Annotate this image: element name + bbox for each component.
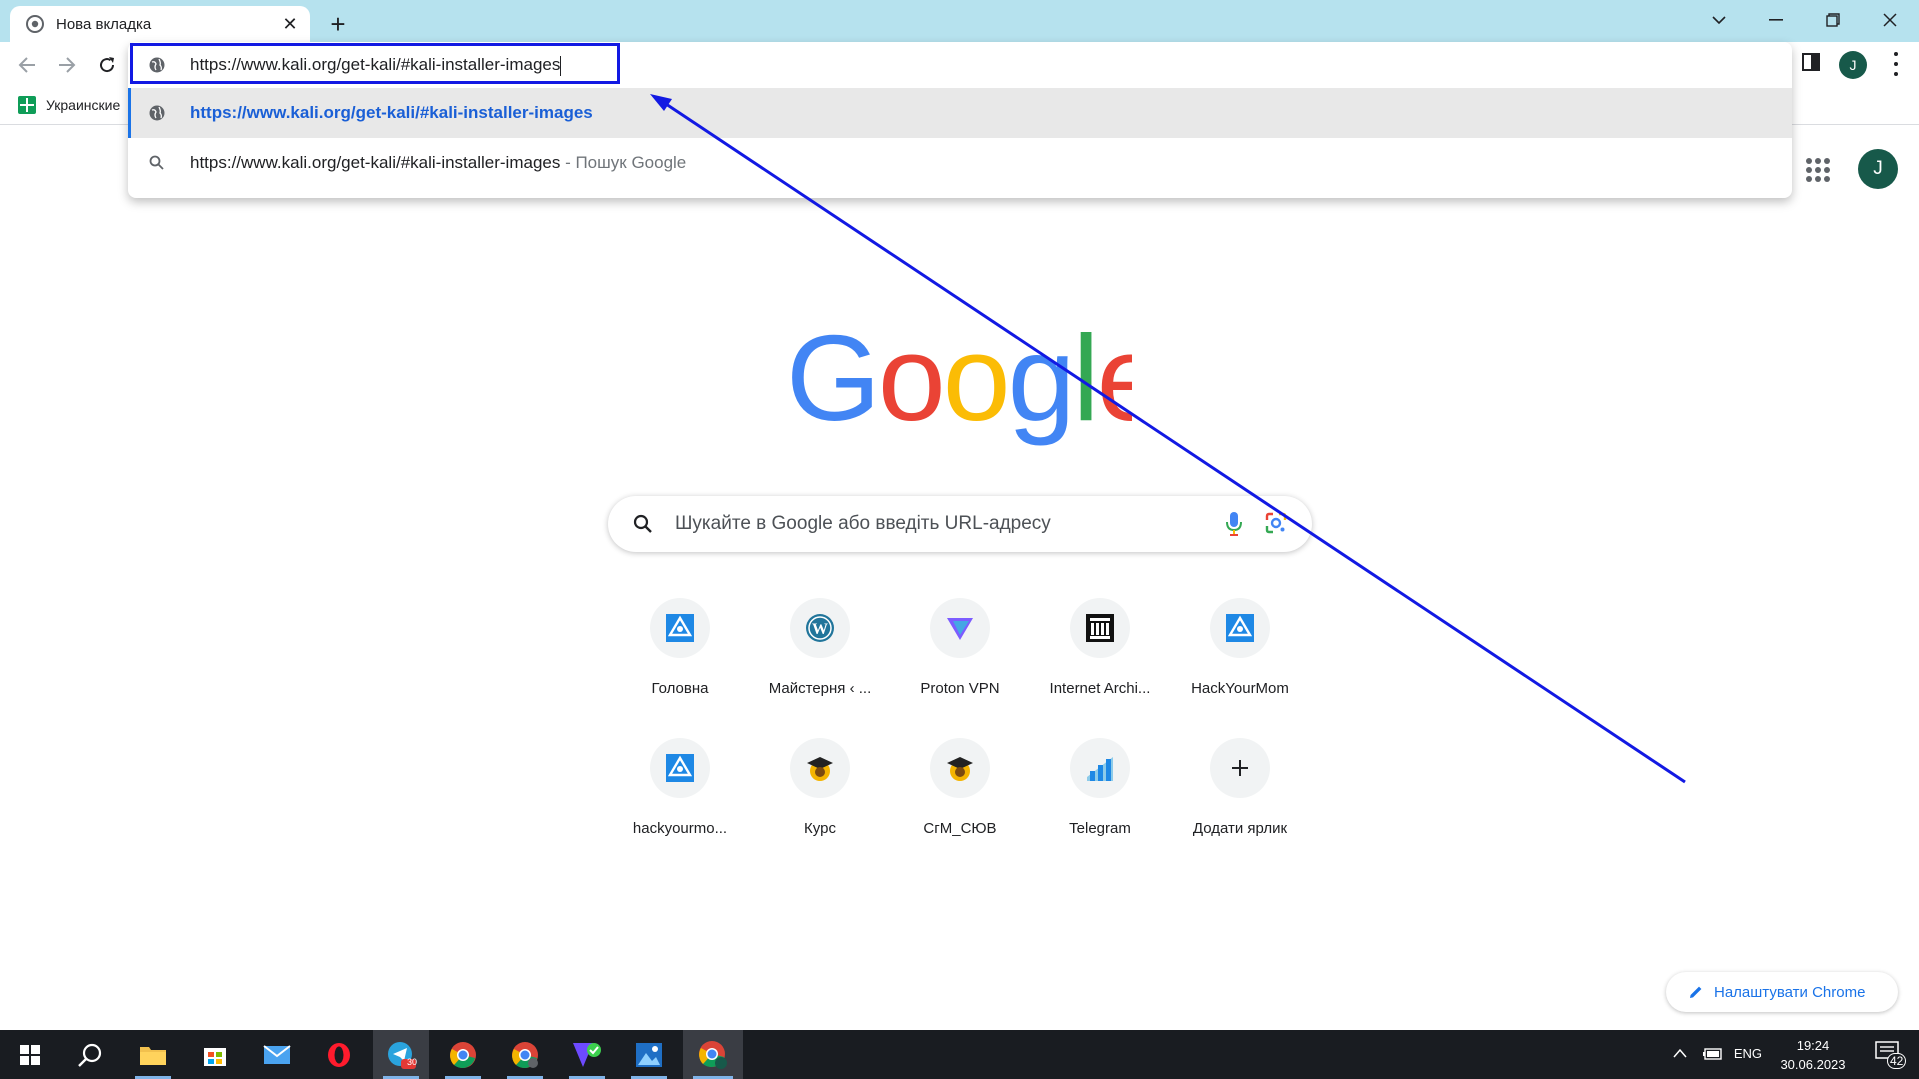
internet-archive-icon [1070,598,1130,658]
tab-close-icon[interactable]: ✕ [276,10,304,38]
shortcut-label: HackYourMom [1191,680,1289,697]
close-window-button[interactable] [1861,0,1919,40]
shortcut-label: Internet Archi... [1049,680,1151,697]
shortcut-label: hackyourmo... [632,820,728,837]
photos-icon[interactable] [621,1030,677,1079]
chevron-up-icon[interactable] [1673,1048,1687,1058]
google-sheets-icon [18,96,36,114]
graduation-icon [790,738,850,798]
battery-icon[interactable] [1703,1047,1723,1061]
chrome-profile-c-icon[interactable] [497,1030,553,1079]
hackyourmom-icon [1210,598,1270,658]
graduation-icon [930,738,990,798]
ntp-search-box[interactable]: Шукайте в Google або введіть URL-адресу [608,496,1312,552]
bookmark-item[interactable]: Украинские [18,96,120,114]
microsoft-store-icon[interactable] [187,1030,243,1079]
windows-start-icon[interactable] [2,1030,58,1079]
shortcut-label: Головна [651,680,709,697]
search-icon[interactable] [62,1030,118,1079]
telegram-badge: 30 [407,1057,418,1067]
svg-text:W: W [812,621,828,638]
avatar-initial: J [1873,158,1883,179]
telegram-icon[interactable]: 30 [373,1030,429,1079]
clock-time: 19:24 [1796,1038,1830,1053]
tab-search-icon[interactable] [1690,0,1748,40]
plus-icon [1210,738,1270,798]
shortcut-tile[interactable]: HackYourMom [1175,592,1305,704]
google-lens-icon[interactable] [1264,511,1288,535]
microphone-icon[interactable] [1224,510,1244,538]
forward-button[interactable] [50,48,84,82]
shortcut-tile[interactable]: W Майстерня ‹ ... [755,592,885,704]
chrome-taskbar-icon[interactable] [435,1030,491,1079]
notification-center-icon[interactable]: 42 [1875,1041,1907,1069]
telegram-chart-icon [1070,738,1130,798]
hackyourmom-icon [650,738,710,798]
pencil-icon [1690,986,1702,998]
notification-count: 42 [1887,1053,1907,1069]
globe-icon [149,105,165,121]
new-tab-button[interactable]: + [322,8,354,40]
chrome-profile-j-icon[interactable] [683,1030,743,1079]
shortcut-label: Курс [804,820,836,837]
google-logo: Google [786,330,1132,446]
profile-avatar[interactable]: J [1839,51,1867,79]
add-shortcut-button[interactable]: Додати ярлик [1175,732,1305,844]
suggestion-search[interactable]: https://www.kali.org/get-kali/#kali-inst… [128,138,1792,188]
opera-icon[interactable] [311,1030,367,1079]
shortcut-tile[interactable]: Proton VPN [895,592,1025,704]
minimize-button[interactable] [1747,0,1805,40]
reload-button[interactable] [90,48,124,82]
side-panel-icon[interactable] [1802,53,1820,71]
shortcut-tile[interactable]: СгМ_СЮВ [895,732,1025,844]
back-button[interactable] [10,48,44,82]
hackyourmom-icon [650,598,710,658]
search-placeholder: Шукайте в Google або введіть URL-адресу [675,513,1051,534]
clock-date: 30.06.2023 [1780,1057,1846,1072]
mail-icon[interactable] [249,1030,305,1079]
svg-text:Google: Google [786,330,1132,446]
google-apps-icon[interactable] [1806,158,1830,182]
windows-taskbar: 30 ENG 19:24 30.06.2023 42 [0,1030,1919,1079]
input-language[interactable]: ENG [1734,1046,1762,1061]
protonvpn-icon [930,598,990,658]
shortcut-label: Майстерня ‹ ... [768,680,872,697]
shortcut-label: СгМ_СЮВ [923,820,997,837]
suggestion-text: https://www.kali.org/get-kali/#kali-inst… [190,153,687,172]
shortcut-label: Proton VPN [920,680,1000,697]
restore-button[interactable] [1804,0,1862,40]
shortcut-label: Telegram [1069,820,1131,837]
clock[interactable]: 19:24 30.06.2023 [1773,1036,1853,1074]
menu-kebab-icon[interactable] [1886,52,1906,76]
shortcut-tile[interactable]: Головна [615,592,745,704]
account-avatar[interactable]: J [1858,149,1898,189]
suggestion-suffix: - Пошук Google [560,153,687,172]
shortcut-tile[interactable]: Internet Archi... [1035,592,1165,704]
customize-chrome-button[interactable]: Налаштувати Chrome [1666,972,1898,1012]
search-icon [149,155,164,170]
bookmark-label: Украинские [46,97,121,113]
tab-new-tab[interactable]: Нова вкладка ✕ [10,6,310,42]
tab-title: Нова вкладка [56,15,152,33]
shortcut-label: Додати ярлик [1192,820,1288,837]
chrome-icon [26,15,44,33]
file-explorer-icon[interactable] [125,1030,181,1079]
vpn-app-icon[interactable] [559,1030,615,1079]
suggestion-text: https://www.kali.org/get-kali/#kali-inst… [190,103,593,122]
system-tray: ENG 19:24 30.06.2023 42 [1619,1030,1919,1079]
annotation-highlight-box [130,43,620,84]
shortcut-tile[interactable]: Курс [755,732,885,844]
customize-label: Налаштувати Chrome [1714,983,1866,1001]
search-icon [633,514,652,533]
shortcut-tile[interactable]: hackyourmo... [615,732,745,844]
suggestion-url[interactable]: https://www.kali.org/get-kali/#kali-inst… [128,88,1792,138]
avatar-initial: J [1849,57,1857,73]
shortcut-tile[interactable]: Telegram [1035,732,1165,844]
wordpress-icon: W [790,598,850,658]
title-bar: Нова вкладка ✕ + [0,0,1919,42]
